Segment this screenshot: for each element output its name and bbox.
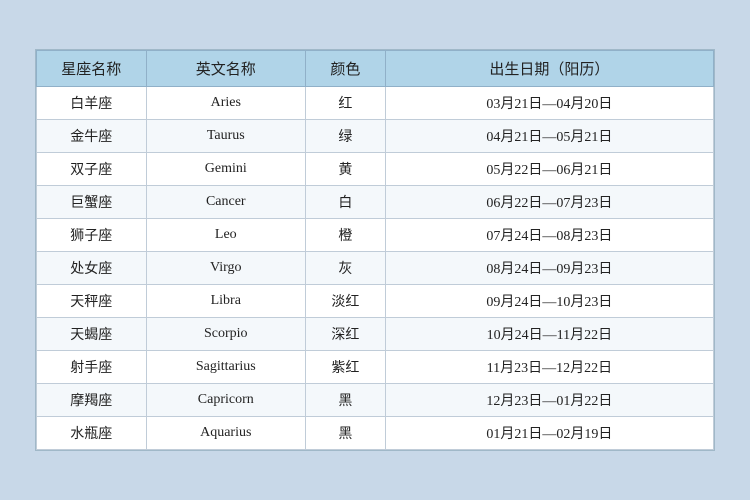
cell-color: 红 xyxy=(306,87,386,120)
table-row: 射手座Sagittarius紫红11月23日—12月22日 xyxy=(37,351,714,384)
table-row: 天蝎座Scorpio深红10月24日—11月22日 xyxy=(37,318,714,351)
zodiac-table: 星座名称 英文名称 颜色 出生日期（阳历） 白羊座Aries红03月21日—04… xyxy=(36,50,714,450)
cell-color: 橙 xyxy=(306,219,386,252)
cell-date: 12月23日—01月22日 xyxy=(385,384,713,417)
cell-english: Taurus xyxy=(146,120,306,153)
cell-english: Virgo xyxy=(146,252,306,285)
cell-color: 灰 xyxy=(306,252,386,285)
table-row: 白羊座Aries红03月21日—04月20日 xyxy=(37,87,714,120)
cell-chinese: 射手座 xyxy=(37,351,147,384)
cell-chinese: 金牛座 xyxy=(37,120,147,153)
cell-color: 白 xyxy=(306,186,386,219)
cell-date: 01月21日—02月19日 xyxy=(385,417,713,450)
cell-english: Capricorn xyxy=(146,384,306,417)
cell-chinese: 巨蟹座 xyxy=(37,186,147,219)
cell-date: 11月23日—12月22日 xyxy=(385,351,713,384)
table-row: 天秤座Libra淡红09月24日—10月23日 xyxy=(37,285,714,318)
header-english: 英文名称 xyxy=(146,51,306,87)
table-header-row: 星座名称 英文名称 颜色 出生日期（阳历） xyxy=(37,51,714,87)
zodiac-table-container: 星座名称 英文名称 颜色 出生日期（阳历） 白羊座Aries红03月21日—04… xyxy=(35,49,715,451)
cell-date: 09月24日—10月23日 xyxy=(385,285,713,318)
table-body: 白羊座Aries红03月21日—04月20日金牛座Taurus绿04月21日—0… xyxy=(37,87,714,450)
cell-color: 绿 xyxy=(306,120,386,153)
cell-english: Sagittarius xyxy=(146,351,306,384)
cell-date: 07月24日—08月23日 xyxy=(385,219,713,252)
cell-date: 08月24日—09月23日 xyxy=(385,252,713,285)
cell-english: Gemini xyxy=(146,153,306,186)
cell-date: 05月22日—06月21日 xyxy=(385,153,713,186)
cell-date: 04月21日—05月21日 xyxy=(385,120,713,153)
cell-date: 10月24日—11月22日 xyxy=(385,318,713,351)
cell-chinese: 处女座 xyxy=(37,252,147,285)
cell-chinese: 白羊座 xyxy=(37,87,147,120)
cell-date: 06月22日—07月23日 xyxy=(385,186,713,219)
cell-color: 黑 xyxy=(306,384,386,417)
cell-date: 03月21日—04月20日 xyxy=(385,87,713,120)
cell-english: Scorpio xyxy=(146,318,306,351)
cell-english: Cancer xyxy=(146,186,306,219)
cell-english: Libra xyxy=(146,285,306,318)
cell-chinese: 双子座 xyxy=(37,153,147,186)
cell-english: Aquarius xyxy=(146,417,306,450)
header-chinese: 星座名称 xyxy=(37,51,147,87)
cell-color: 黑 xyxy=(306,417,386,450)
cell-chinese: 天蝎座 xyxy=(37,318,147,351)
table-row: 双子座Gemini黄05月22日—06月21日 xyxy=(37,153,714,186)
header-date: 出生日期（阳历） xyxy=(385,51,713,87)
cell-english: Leo xyxy=(146,219,306,252)
cell-color: 深红 xyxy=(306,318,386,351)
cell-english: Aries xyxy=(146,87,306,120)
table-row: 金牛座Taurus绿04月21日—05月21日 xyxy=(37,120,714,153)
cell-color: 淡红 xyxy=(306,285,386,318)
cell-chinese: 狮子座 xyxy=(37,219,147,252)
table-row: 水瓶座Aquarius黑01月21日—02月19日 xyxy=(37,417,714,450)
cell-chinese: 水瓶座 xyxy=(37,417,147,450)
table-row: 狮子座Leo橙07月24日—08月23日 xyxy=(37,219,714,252)
table-row: 处女座Virgo灰08月24日—09月23日 xyxy=(37,252,714,285)
header-color: 颜色 xyxy=(306,51,386,87)
cell-chinese: 摩羯座 xyxy=(37,384,147,417)
cell-color: 黄 xyxy=(306,153,386,186)
table-row: 巨蟹座Cancer白06月22日—07月23日 xyxy=(37,186,714,219)
cell-chinese: 天秤座 xyxy=(37,285,147,318)
cell-color: 紫红 xyxy=(306,351,386,384)
table-row: 摩羯座Capricorn黑12月23日—01月22日 xyxy=(37,384,714,417)
